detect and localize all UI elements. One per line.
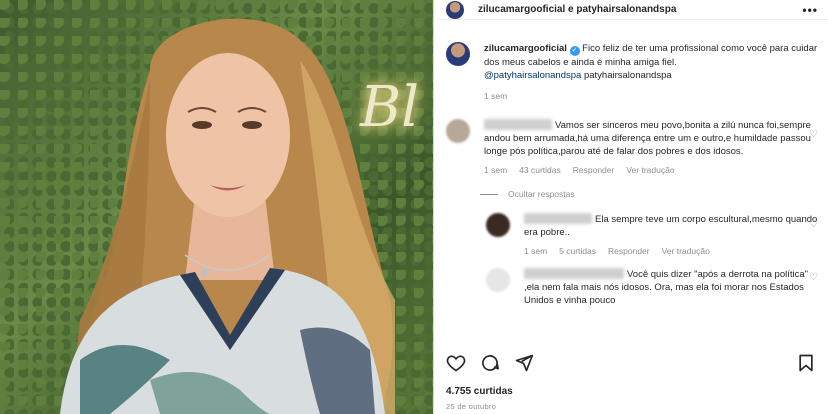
comments-list[interactable]: zilucamargooficial ✓ Fico feliz de ter u…: [434, 36, 828, 342]
share-icon[interactable]: [514, 353, 534, 373]
comment: Vamos ser sinceros meu povo,bonita a zil…: [434, 119, 828, 177]
post-photo[interactable]: Bl: [0, 0, 433, 414]
avatar[interactable]: [446, 119, 470, 143]
comment-reply-button[interactable]: Responder: [573, 164, 615, 177]
comment-likes[interactable]: 43 curtidas: [519, 164, 561, 177]
divider: [480, 193, 498, 195]
hide-replies-button[interactable]: Ocultar respostas: [480, 189, 828, 199]
heart-icon[interactable]: ♡: [809, 219, 818, 230]
avatar[interactable]: [446, 0, 464, 19]
more-options-icon[interactable]: •••: [802, 3, 818, 17]
reply: Você quis dizer "após a derrota na polít…: [474, 268, 828, 307]
reply-translate-button[interactable]: Ver tradução: [662, 245, 710, 258]
reply-reply-button[interactable]: Responder: [608, 245, 650, 258]
caption-mention[interactable]: @patyhairsalonandspa: [484, 70, 581, 81]
reply-time[interactable]: 1 sem: [524, 245, 547, 258]
reply-username[interactable]: [524, 268, 624, 279]
heart-icon[interactable]: [446, 353, 466, 373]
hide-replies-label: Ocultar respostas: [508, 189, 575, 199]
avatar[interactable]: [486, 268, 510, 292]
reply-username[interactable]: [524, 213, 592, 224]
caption-tag[interactable]: patyhairsalonandspa: [584, 70, 672, 81]
heart-icon[interactable]: ♡: [809, 272, 818, 283]
comment-translate-button[interactable]: Ver tradução: [626, 164, 674, 177]
avatar[interactable]: [486, 213, 510, 237]
caption-username[interactable]: zilucamargooficial: [484, 43, 567, 54]
heart-icon[interactable]: ♡: [809, 129, 818, 140]
bookmark-icon[interactable]: [796, 353, 816, 373]
post-header-title[interactable]: zilucamargooficial e patyhairsalonandspa: [478, 4, 676, 15]
caption: zilucamargooficial ✓ Fico feliz de ter u…: [434, 42, 828, 103]
action-bar: [446, 352, 816, 374]
reply: Ela sempre teve um corpo escultural,mesm…: [474, 213, 828, 258]
post-header: zilucamargooficial e patyhairsalonandspa…: [434, 0, 828, 20]
caption-time[interactable]: 1 sem: [484, 90, 507, 103]
screen: Bl zilucamargooficial e patyhairsalonand…: [0, 0, 828, 414]
verified-badge-icon: ✓: [569, 46, 580, 56]
post-date[interactable]: 25 de outubro: [446, 402, 496, 411]
comment-icon[interactable]: [480, 353, 500, 373]
comment-time[interactable]: 1 sem: [484, 164, 507, 177]
post-side-panel: zilucamargooficial e patyhairsalonandspa…: [433, 0, 828, 414]
reply-likes[interactable]: 5 curtidas: [559, 245, 596, 258]
comment-username[interactable]: [484, 119, 552, 130]
avatar[interactable]: [446, 42, 470, 66]
portrait-illustration: [60, 18, 395, 414]
likes-count[interactable]: 4.755 curtidas: [446, 386, 513, 397]
